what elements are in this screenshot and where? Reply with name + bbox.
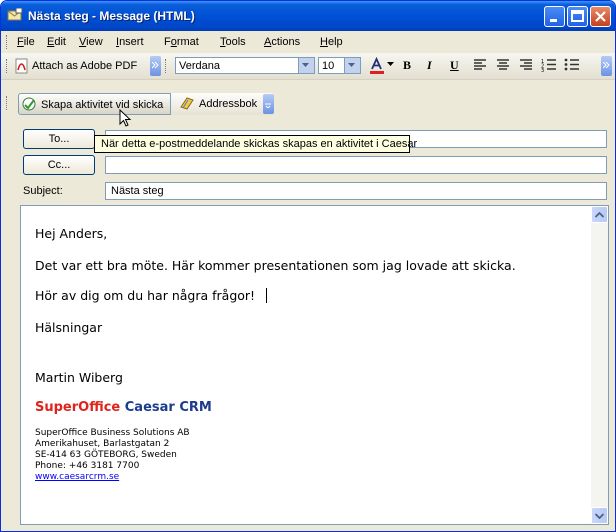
body-line: Hör av dig om du har några frågor!	[35, 288, 256, 303]
text-caret	[266, 288, 267, 303]
maximize-button[interactable]	[567, 6, 588, 27]
align-center-icon[interactable]	[496, 59, 510, 72]
toolbar-overflow-chevron-icon[interactable]	[150, 56, 161, 76]
menu-format[interactable]: Format	[164, 36, 199, 48]
toolbar-overflow-chevron-icon[interactable]	[601, 56, 612, 76]
menu-bar: File Edit View Insert Format Tools Actio…	[1, 31, 615, 53]
menu-edit[interactable]: Edit	[47, 36, 66, 48]
cc-field[interactable]	[105, 156, 607, 174]
body-line: Det var ett bra möte. Här kommer present…	[35, 258, 516, 273]
caesar-activity-icon	[22, 97, 36, 111]
scroll-down-button[interactable]	[591, 507, 608, 524]
underline-button[interactable]: U	[450, 58, 459, 73]
envelope-icon	[7, 8, 23, 21]
close-button[interactable]	[590, 6, 611, 27]
chevron-down-icon[interactable]	[344, 58, 360, 73]
signature-address: Amerikahuset, Barlastgatan 2	[35, 439, 170, 449]
chevron-up-icon	[595, 212, 604, 218]
cc-button[interactable]: Cc...	[23, 155, 95, 175]
svg-text:3: 3	[541, 68, 544, 72]
address-book-icon	[180, 97, 194, 110]
mouse-pointer-icon	[119, 109, 132, 127]
create-activity-on-send-toggle[interactable]: Skapa aktivitet vid skicka	[18, 93, 171, 115]
attach-as-pdf-button[interactable]: Attach as Adobe PDF	[32, 60, 137, 72]
signature-address: SE-414 63 GÖTEBORG, Sweden	[35, 450, 177, 460]
message-header: To... Cc... Subject: Nästa steg	[1, 117, 615, 203]
toolbar-overflow-chevron-icon[interactable]	[263, 94, 274, 114]
chevron-down-icon[interactable]	[387, 62, 395, 67]
font-color-icon[interactable]	[368, 57, 386, 75]
bulleted-list-icon[interactable]	[564, 58, 580, 72]
subject-label: Subject:	[23, 185, 63, 197]
tooltip: När detta e-postmeddelande skickas skapa…	[94, 135, 417, 153]
menu-actions[interactable]: Actions	[264, 36, 300, 48]
address-book-button[interactable]: Addressbok	[171, 93, 274, 115]
align-right-icon[interactable]	[519, 59, 533, 72]
numbered-list-icon[interactable]: 123	[541, 58, 557, 72]
caesar-toolbar: Skapa aktivitet vid skicka Addressbok	[1, 91, 615, 117]
outlook-message-window: Nästa steg - Message (HTML) File Edit Vi…	[0, 0, 616, 532]
website-link[interactable]: www.caesarcrm.se	[35, 472, 119, 483]
italic-button[interactable]: I	[427, 58, 432, 73]
scroll-up-button[interactable]	[591, 206, 608, 223]
to-button[interactable]: To...	[23, 129, 95, 149]
window-title: Nästa steg - Message (HTML)	[28, 9, 195, 23]
signature-phone: Phone: +46 3181 7700	[35, 461, 140, 471]
font-size-select[interactable]: 10	[318, 57, 361, 74]
toolbar-grip-icon[interactable]	[6, 96, 10, 110]
menu-view[interactable]: View	[79, 36, 103, 48]
font-name-select[interactable]: Verdana	[175, 57, 315, 74]
menu-file[interactable]: File	[17, 36, 35, 48]
menu-help[interactable]: Help	[320, 36, 343, 48]
title-bar[interactable]: Nästa steg - Message (HTML)	[1, 1, 615, 31]
align-left-icon[interactable]	[473, 59, 487, 72]
greeting-line: Hej Anders,	[35, 226, 108, 241]
subject-field[interactable]: Nästa steg	[105, 182, 607, 200]
vertical-scrollbar[interactable]	[591, 206, 608, 524]
menu-grip-icon[interactable]	[6, 35, 10, 49]
toolbar-grip-icon[interactable]	[6, 59, 10, 73]
toolbar-grip-icon[interactable]	[165, 59, 169, 73]
closing-line: Hälsningar	[35, 320, 103, 335]
bold-button[interactable]: B	[403, 58, 411, 73]
sender-name: Martin Wiberg	[35, 370, 123, 385]
minimize-button[interactable]	[544, 6, 565, 27]
menu-tools[interactable]: Tools	[220, 36, 246, 48]
signature-company: SuperOffice Business Solutions AB	[35, 428, 190, 438]
formatting-toolbar: Attach as Adobe PDF Verdana 10 B I U 123	[1, 53, 615, 80]
chevron-down-icon	[595, 513, 604, 519]
menu-insert[interactable]: Insert	[116, 36, 144, 48]
superoffice-caesar-logo: SuperOffice Caesar CRM	[35, 400, 212, 415]
chevron-down-icon[interactable]	[298, 58, 314, 73]
message-body-editor[interactable]: Hej Anders, Det var ett bra möte. Här ko…	[20, 205, 609, 525]
pdf-icon	[15, 58, 28, 74]
